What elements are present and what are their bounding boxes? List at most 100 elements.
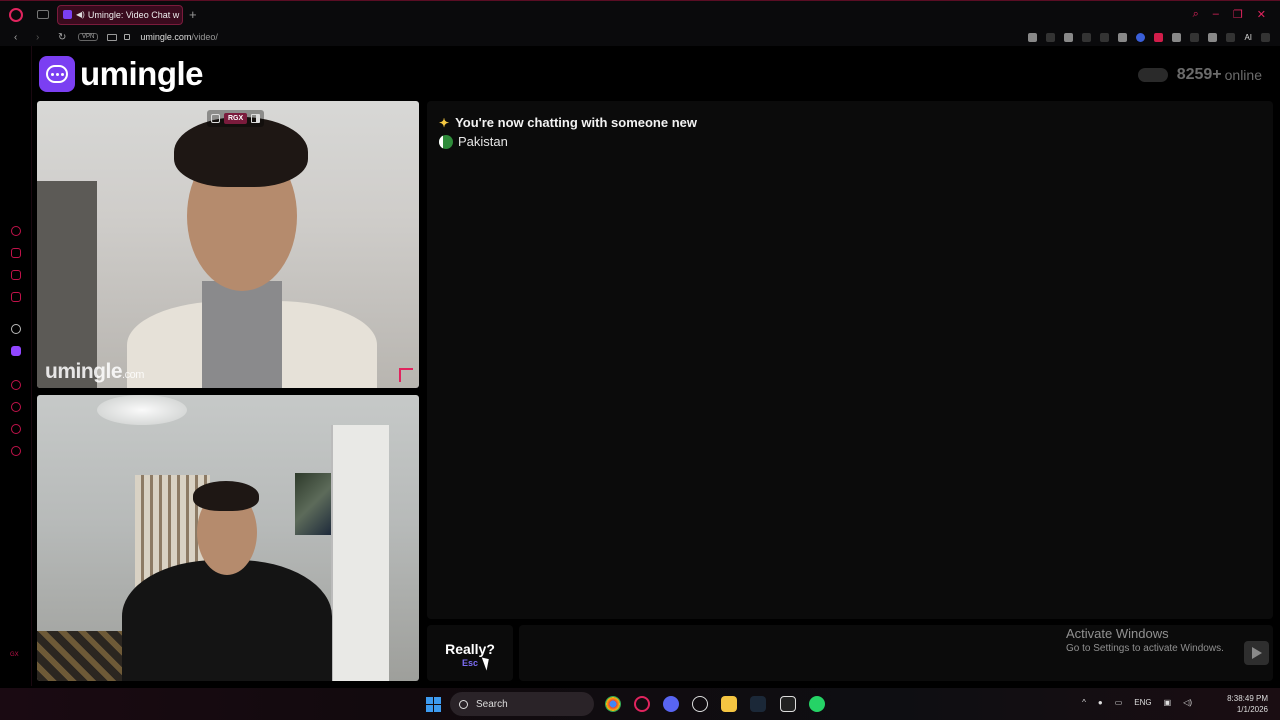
system-message-text: You're now chatting with someone new	[455, 115, 697, 130]
search-icon	[459, 699, 468, 709]
clock-date: 1/1/2026	[1236, 705, 1268, 714]
network-icon[interactable]: ▣	[1164, 698, 1172, 707]
play-icon[interactable]	[1100, 32, 1110, 42]
start-button[interactable]	[426, 697, 441, 712]
pakistan-flag-icon	[439, 134, 453, 149]
browser-sidebar: GX	[0, 46, 32, 686]
send-button[interactable]	[1244, 641, 1269, 665]
forward-button[interactable]: ›	[36, 32, 44, 43]
whatsapp-icon[interactable]	[809, 696, 825, 712]
close-window-button[interactable]: ✕	[1257, 8, 1266, 21]
browser-tab-strip: ◀) Umingle: Video Chat w + ⌕ – ❐ ✕	[0, 0, 1280, 28]
site-logo[interactable]: umingle	[39, 55, 204, 93]
online-count: 8259+	[1176, 66, 1222, 83]
activate-line1: Activate Windows	[1066, 626, 1169, 641]
skip-label: Really?	[445, 641, 495, 657]
messenger-icon[interactable]	[11, 270, 21, 280]
sparkle-icon: ✦	[439, 115, 450, 130]
stranger-country: Pakistan	[439, 134, 508, 149]
restore-button[interactable]: ❐	[1233, 8, 1243, 21]
twitch-icon[interactable]	[11, 346, 21, 356]
extension-grid-icon[interactable]	[1172, 32, 1182, 42]
file-explorer-icon[interactable]	[721, 696, 737, 712]
report-flag-icon[interactable]	[399, 368, 413, 382]
video-figure-hair	[193, 481, 259, 511]
gx-label: GX	[10, 652, 19, 658]
stranger-video: RGX umingle.com	[37, 101, 419, 388]
easy-setup-icon[interactable]	[1261, 32, 1270, 42]
logo-text: umingle	[80, 55, 204, 92]
bookmark-icon[interactable]	[1028, 32, 1038, 42]
chat-panel: ✦ You're now chatting with someone new P…	[427, 101, 1273, 619]
tab-title: Umingle: Video Chat w	[87, 9, 180, 20]
show-hidden-icons-icon[interactable]: ^	[1082, 698, 1086, 707]
taskbar-search-label: Search	[476, 698, 508, 710]
url-path: /video/	[191, 32, 218, 42]
taskbar-search[interactable]: Search	[450, 692, 594, 716]
extension-shield-red-icon[interactable]	[1154, 32, 1164, 42]
gx-control-icon[interactable]	[11, 226, 21, 236]
extension-avatar-icon[interactable]	[1208, 32, 1218, 42]
extension-g-icon[interactable]	[1136, 32, 1146, 42]
new-tab-button[interactable]: +	[189, 7, 197, 22]
player-icon[interactable]	[11, 380, 21, 390]
chat-bubble-icon	[39, 56, 75, 92]
video-background	[295, 473, 331, 535]
video-background	[97, 395, 187, 425]
heart-icon[interactable]	[1118, 32, 1128, 42]
microphone-icon[interactable]: ●	[1098, 698, 1103, 707]
url-host: umingle.com	[140, 32, 192, 42]
watermark-brand: umingle	[45, 360, 123, 383]
language-indicator[interactable]: ENG	[1134, 698, 1151, 707]
chatgpt-icon[interactable]	[11, 324, 21, 334]
history-icon[interactable]	[11, 402, 21, 412]
online-counter: 8259+ online	[1137, 66, 1262, 84]
sidebar-video-icon[interactable]	[251, 114, 261, 123]
camera-in-use-icon[interactable]	[107, 33, 118, 41]
shield-icon[interactable]	[1064, 32, 1074, 42]
watermark-suffix: .com	[122, 369, 144, 381]
audio-playing-icon[interactable]: ◀)	[76, 10, 85, 19]
popout-video-icon[interactable]	[211, 114, 220, 123]
skip-button[interactable]: Really? Esc	[427, 625, 513, 681]
video-figure-hair	[174, 117, 308, 187]
video-background	[37, 181, 97, 388]
tab-manager-icon[interactable]	[37, 10, 49, 19]
gx-corner-icon[interactable]	[11, 248, 21, 258]
snapshot-icon[interactable]	[1046, 32, 1056, 42]
rgx-badge[interactable]: RGX	[224, 113, 248, 124]
translate-icon[interactable]	[1082, 32, 1092, 42]
discord-icon[interactable]	[663, 696, 679, 712]
search-tabs-icon[interactable]: ⌕	[1193, 8, 1199, 21]
volume-icon[interactable]: ◁)	[1183, 698, 1192, 707]
music-player-icon[interactable]	[11, 292, 21, 302]
activate-line2: Go to Settings to activate Windows.	[1066, 643, 1224, 654]
online-label: online	[1224, 67, 1262, 83]
reload-button[interactable]: ↻	[58, 32, 66, 43]
pip-controls: RGX	[207, 110, 265, 127]
openai-icon[interactable]	[692, 696, 708, 712]
video-watermark: umingle.com	[45, 360, 144, 384]
chrome-icon[interactable]	[605, 696, 621, 712]
settings-icon[interactable]	[11, 446, 21, 456]
video-figure-torso	[122, 560, 332, 681]
url-field[interactable]: umingle.com/video/	[140, 32, 218, 42]
lock-icon[interactable]	[124, 34, 131, 40]
aria-ai-button[interactable]: AI	[1244, 33, 1252, 42]
download-icon[interactable]	[1226, 32, 1236, 42]
keyboard-icon[interactable]: ▭	[1115, 698, 1123, 707]
taskbar-clock[interactable]: 8:38:49 PM 1/1/2026	[1227, 693, 1268, 715]
vpn-badge[interactable]: VPN	[78, 33, 99, 41]
pinboard-icon[interactable]	[11, 424, 21, 434]
extensions-puzzle-icon[interactable]	[1190, 32, 1200, 42]
back-button[interactable]: ‹	[14, 32, 22, 43]
opera-gx-icon[interactable]	[634, 696, 650, 712]
video-background	[331, 425, 389, 681]
browser-tab-umingle[interactable]: ◀) Umingle: Video Chat w	[57, 4, 183, 25]
steam-icon[interactable]	[750, 696, 766, 712]
minimize-button[interactable]: –	[1213, 8, 1219, 21]
filter-toggle[interactable]	[1137, 68, 1168, 82]
system-tray: ^ ● ▭ ENG ▣ ◁)	[1082, 698, 1192, 707]
capcut-icon[interactable]	[780, 696, 796, 712]
opera-menu-icon[interactable]	[9, 7, 23, 22]
